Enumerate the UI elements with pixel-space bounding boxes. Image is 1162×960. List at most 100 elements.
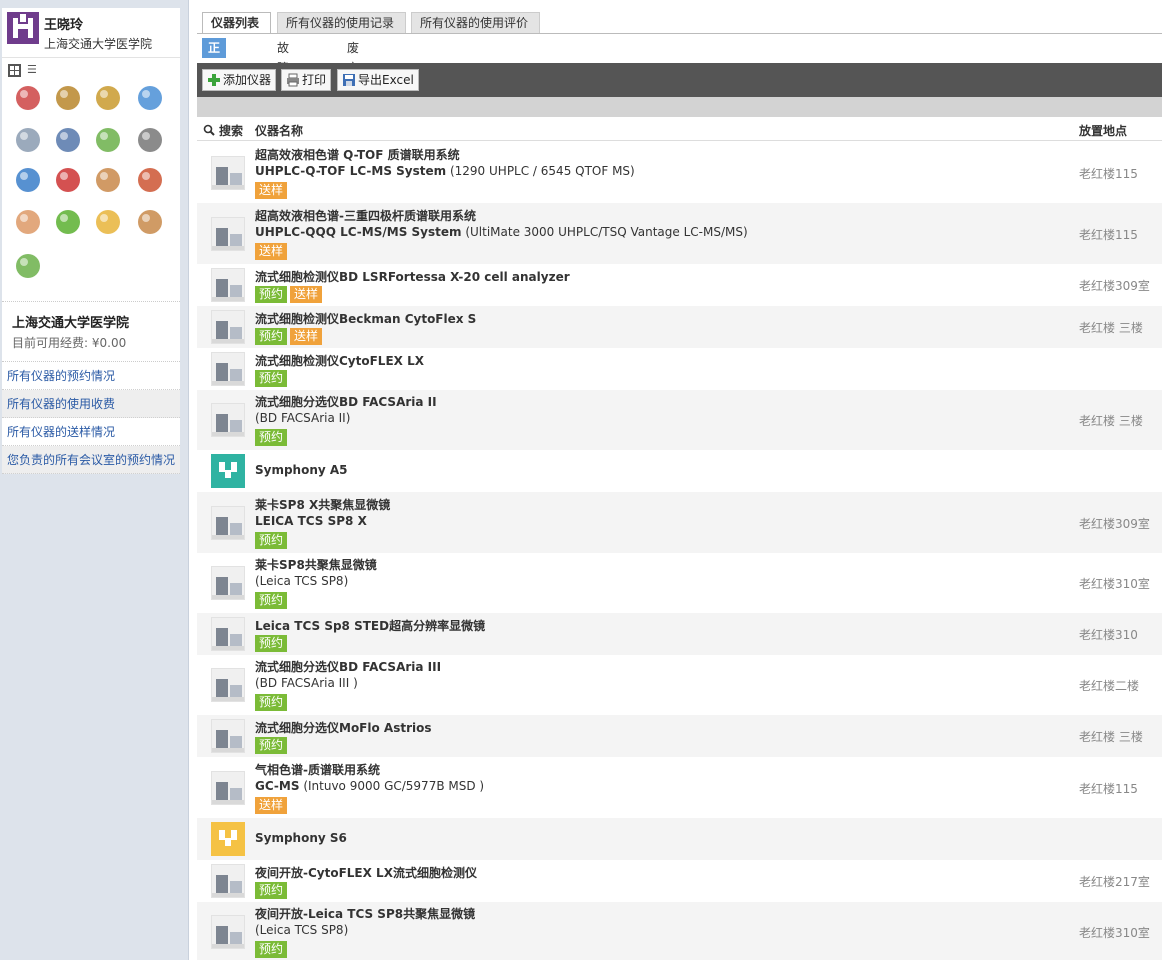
table-row[interactable]: 流式细胞分选仪MoFlo Astrios 预约 老红楼 三楼 <box>197 715 1162 757</box>
subtab-normal[interactable]: 正常设备 <box>202 38 227 115</box>
reserve-button[interactable]: 预约 <box>255 370 288 387</box>
instrument-thumbnail[interactable] <box>211 156 245 190</box>
instrument-name[interactable]: 流式细胞检测仪Beckman CytoFlex S <box>255 310 476 327</box>
table-row[interactable]: Symphony A5 <box>197 450 1162 492</box>
export-excel-button[interactable]: 导出Excel <box>337 69 419 91</box>
search-header[interactable]: 搜索 <box>203 122 243 139</box>
link-fees[interactable]: 所有仪器的使用收费 <box>2 390 180 418</box>
instrument-thumbnail[interactable] <box>211 217 245 251</box>
table-row[interactable]: 莱卡SP8共聚焦显微镜 (Leica TCS SP8) 预约 老红楼310室 <box>197 553 1162 613</box>
money-bag-icon[interactable] <box>52 82 84 114</box>
grid-icon[interactable] <box>8 64 21 77</box>
instrument-thumbnail[interactable] <box>211 506 245 540</box>
table-row[interactable]: 流式细胞检测仪BD LSRFortessa X-20 cell analyzer… <box>197 264 1162 306</box>
instrument-thumbnail[interactable] <box>211 617 245 651</box>
chat-bubble-icon[interactable] <box>52 206 84 238</box>
table-row[interactable]: 莱卡SP8 X共聚焦显微镜 LEICA TCS SP8 X 预约 老红楼309室 <box>197 492 1162 553</box>
instrument-thumbnail[interactable] <box>211 566 245 600</box>
table-row[interactable]: 夜间开放-Leica TCS SP8共聚焦显微镜 (Leica TCS SP8) 预… <box>197 902 1162 960</box>
link-meeting-rooms[interactable]: 您负责的所有会议室的预约情况 <box>2 446 180 474</box>
thermometer-icon[interactable] <box>134 82 166 114</box>
instrument-name[interactable]: 超高效液相色谱-三重四极杆质谱联用系统 <box>255 207 476 224</box>
tab-usage-records[interactable]: 所有仪器的使用记录 <box>277 12 406 33</box>
camera-icon[interactable] <box>134 124 166 156</box>
reserve-button[interactable]: 预约 <box>255 882 288 899</box>
instrument-name[interactable]: 莱卡SP8共聚焦显微镜 <box>255 556 377 573</box>
instrument-name[interactable]: Symphony S6 <box>255 831 347 845</box>
table-row[interactable]: 超高效液相色谱 Q-TOF 质谱联用系统 UHPLC-Q-TOF LC-MS Sy… <box>197 142 1162 203</box>
instrument-thumbnail[interactable] <box>211 864 245 898</box>
table-row[interactable]: Leica TCS Sp8 STED超高分辨率显微镜 预约 老红楼310 <box>197 613 1162 655</box>
clock-house-icon[interactable] <box>12 206 44 238</box>
sample-button[interactable]: 送样 <box>255 182 288 199</box>
instrument-name[interactable]: 流式细胞分选仪BD FACSAria III <box>255 658 441 675</box>
instrument-name[interactable]: 流式细胞分选仪MoFlo Astrios <box>255 719 432 736</box>
instrument-thumbnail[interactable] <box>211 771 245 805</box>
table-row[interactable]: 流式细胞检测仪CytoFLEX LX 预约 <box>197 348 1162 390</box>
subtab-discarded[interactable]: 废弃设备 <box>341 38 365 115</box>
instrument-name[interactable]: 莱卡SP8 X共聚焦显微镜 <box>255 496 390 513</box>
instrument-name[interactable]: 夜间开放-Leica TCS SP8共聚焦显微镜 <box>255 905 475 922</box>
sample-button[interactable]: 送样 <box>255 243 288 260</box>
tab-instrument-list[interactable]: 仪器列表 <box>202 12 271 33</box>
reserve-button[interactable]: 预约 <box>255 286 288 303</box>
reserve-button[interactable]: 预约 <box>255 328 288 345</box>
sample-button[interactable]: 送样 <box>290 328 323 345</box>
subtab-faulty[interactable]: 故障设备 <box>271 38 295 115</box>
reserve-button[interactable]: 预约 <box>255 635 288 652</box>
instrument-name[interactable]: 气相色谱-质谱联用系统 <box>255 761 380 778</box>
instrument-thumbnail[interactable] <box>211 310 245 344</box>
certificate-icon[interactable] <box>12 82 44 114</box>
reserve-button[interactable]: 预约 <box>255 532 288 549</box>
instrument-thumbnail[interactable] <box>211 352 245 386</box>
reserve-button[interactable]: 预约 <box>255 429 288 446</box>
avatar[interactable] <box>7 12 39 44</box>
link-reservations[interactable]: 所有仪器的预约情况 <box>2 362 180 390</box>
chart-blocks-icon[interactable] <box>92 124 124 156</box>
user-group-icon[interactable] <box>52 124 84 156</box>
table-row[interactable]: 夜间开放-CytoFLEX LX流式细胞检测仪 预约 老红楼217室 <box>197 860 1162 902</box>
gears-icon[interactable] <box>12 124 44 156</box>
add-instrument-button[interactable]: 添加仪器 <box>202 69 277 91</box>
table-row[interactable]: 流式细胞检测仪Beckman CytoFlex S 预约 送样 老红楼 三楼 <box>197 306 1162 348</box>
instrument-logo <box>211 454 245 488</box>
home-icon[interactable] <box>134 164 166 196</box>
instrument-name[interactable]: 流式细胞检测仪CytoFLEX LX <box>255 352 424 369</box>
instrument-thumbnail[interactable] <box>211 915 245 949</box>
instrument-thumbnail[interactable] <box>211 668 245 702</box>
globe-search-icon[interactable] <box>12 164 44 196</box>
tab-usage-reviews[interactable]: 所有仪器的使用评价 <box>411 12 540 33</box>
main-content: 仪器列表 所有仪器的使用记录 所有仪器的使用评价 正常设备 故障设备 废弃设备 … <box>197 0 1162 960</box>
people-icon[interactable] <box>134 206 166 238</box>
user-name[interactable]: 王晓玲 <box>44 14 83 33</box>
list-icon[interactable]: ☰ <box>27 63 37 76</box>
instrument-thumbnail[interactable] <box>211 719 245 753</box>
instrument-name[interactable]: 流式细胞检测仪BD LSRFortessa X-20 cell analyzer <box>255 268 570 285</box>
reserve-button[interactable]: 预约 <box>255 592 288 609</box>
user-icon[interactable] <box>92 164 124 196</box>
reserve-button[interactable]: 预约 <box>255 694 288 711</box>
lock-door-icon[interactable] <box>92 82 124 114</box>
instrument-model-detail: (UltiMate 3000 UHPLC/TSQ Vantage LC-MS/M… <box>461 225 748 239</box>
table-row[interactable]: 流式细胞分选仪BD FACSAria II (BD FACSAria II) 预约 老… <box>197 390 1162 450</box>
instrument-thumbnail[interactable] <box>211 268 245 302</box>
print-button[interactable]: 打印 <box>281 69 332 91</box>
folder-icon[interactable] <box>92 206 124 238</box>
instrument-name[interactable]: 流式细胞分选仪BD FACSAria II <box>255 393 437 410</box>
instrument-name[interactable]: Symphony A5 <box>255 463 348 477</box>
sample-button[interactable]: 送样 <box>290 286 323 303</box>
instrument-name[interactable]: 夜间开放-CytoFLEX LX流式细胞检测仪 <box>255 864 477 881</box>
table-row[interactable]: Symphony S6 <box>197 818 1162 860</box>
chemicals-icon[interactable] <box>52 164 84 196</box>
instrument-name[interactable]: 超高效液相色谱 Q-TOF 质谱联用系统 <box>255 146 460 163</box>
table-row[interactable]: 超高效液相色谱-三重四极杆质谱联用系统 UHPLC-QQQ LC-MS/MS Sy… <box>197 203 1162 264</box>
instrument-name[interactable]: Leica TCS Sp8 STED超高分辨率显微镜 <box>255 617 485 634</box>
instrument-thumbnail[interactable] <box>211 403 245 437</box>
table-row[interactable]: 流式细胞分选仪BD FACSAria III (BD FACSAria III )… <box>197 655 1162 715</box>
sample-button[interactable]: 送样 <box>255 797 288 814</box>
reserve-button[interactable]: 预约 <box>255 737 288 754</box>
reserve-button[interactable]: 预约 <box>255 941 288 958</box>
table-row[interactable]: 气相色谱-质谱联用系统 GC-MS (Intuvo 9000 GC/5977B M… <box>197 757 1162 818</box>
chart-blocks-2-icon[interactable] <box>12 250 44 282</box>
link-samples[interactable]: 所有仪器的送样情况 <box>2 418 180 446</box>
